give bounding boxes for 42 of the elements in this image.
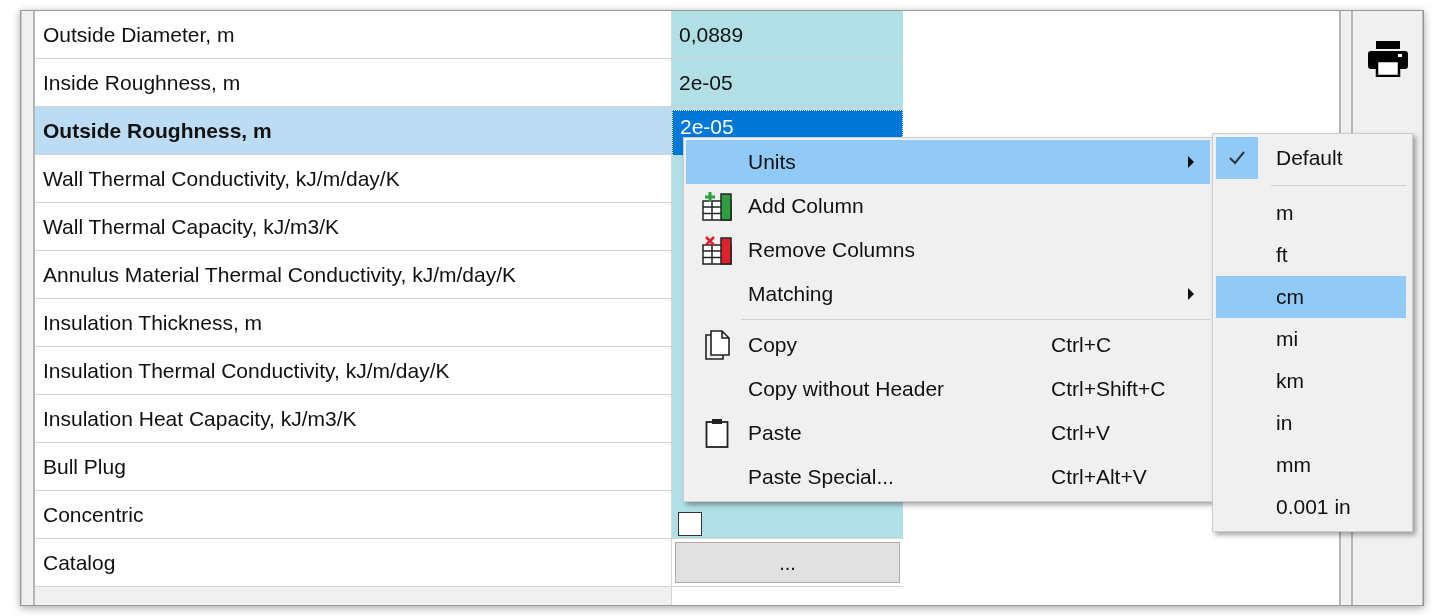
property-label: Concentric (43, 501, 144, 528)
catalog-button[interactable]: ... (675, 542, 900, 583)
clipboard-icon (705, 418, 729, 448)
value-text: 2e-05 (679, 70, 733, 95)
remove-column-icon (702, 235, 732, 265)
property-label: Insulation Thickness, m (43, 309, 263, 336)
menu-item[interactable]: Units (686, 140, 1210, 184)
menu-item[interactable]: Default (1216, 137, 1406, 179)
value-cell[interactable]: 0,0889 (672, 11, 903, 58)
menu-item[interactable]: km (1216, 360, 1406, 402)
menu-item[interactable]: m (1216, 192, 1406, 234)
menu-item[interactable]: mi (1216, 318, 1406, 360)
property-row[interactable]: Outside Roughness, m 2e-05 (35, 107, 903, 155)
checkbox[interactable] (678, 512, 702, 536)
property-label: Catalog (43, 549, 116, 576)
value-text: 0,0889 (679, 22, 744, 47)
menu-item[interactable]: ft (1216, 234, 1406, 276)
property-label: Wall Thermal Conductivity, kJ/m/day/K (43, 165, 400, 192)
value-text: 2e-05 (680, 115, 734, 139)
copy-icon (704, 330, 730, 360)
property-label: Outside Roughness, m (43, 117, 272, 144)
property-label: Bull Plug (43, 453, 126, 480)
property-row[interactable]: Concentric (35, 491, 903, 539)
property-label: Annulus Material Thermal Conductivity, kJ/m/day/K (43, 261, 517, 288)
property-label: Insulation Thermal Conductivity, kJ/m/day/K (43, 357, 450, 384)
add-column-icon (702, 191, 732, 221)
printer-icon (1367, 41, 1408, 77)
property-label: Outside Diameter, m (43, 21, 235, 48)
property-row[interactable]: Outside Diameter, m 0,0889 (35, 11, 903, 59)
submenu-arrow-icon (1187, 287, 1195, 301)
value-cell[interactable]: 2e-05 (672, 59, 903, 106)
property-row[interactable]: Catalog ... (35, 539, 903, 587)
property-label: Wall Thermal Capacity, kJ/m3/K (43, 213, 340, 240)
submenu-arrow-icon (1187, 155, 1195, 169)
checkmark-icon (1229, 151, 1245, 165)
property-row[interactable]: Inside Roughness, m 2e-05 (35, 59, 903, 107)
menu-item[interactable]: in (1216, 402, 1406, 444)
property-label: Inside Roughness, m (43, 69, 241, 96)
menu-item[interactable]: 0.001 in (1216, 486, 1406, 528)
menu-item[interactable]: cm (1216, 276, 1406, 318)
property-label: Insulation Heat Capacity, kJ/m3/K (43, 405, 357, 432)
menu-item[interactable]: mm (1216, 444, 1406, 486)
